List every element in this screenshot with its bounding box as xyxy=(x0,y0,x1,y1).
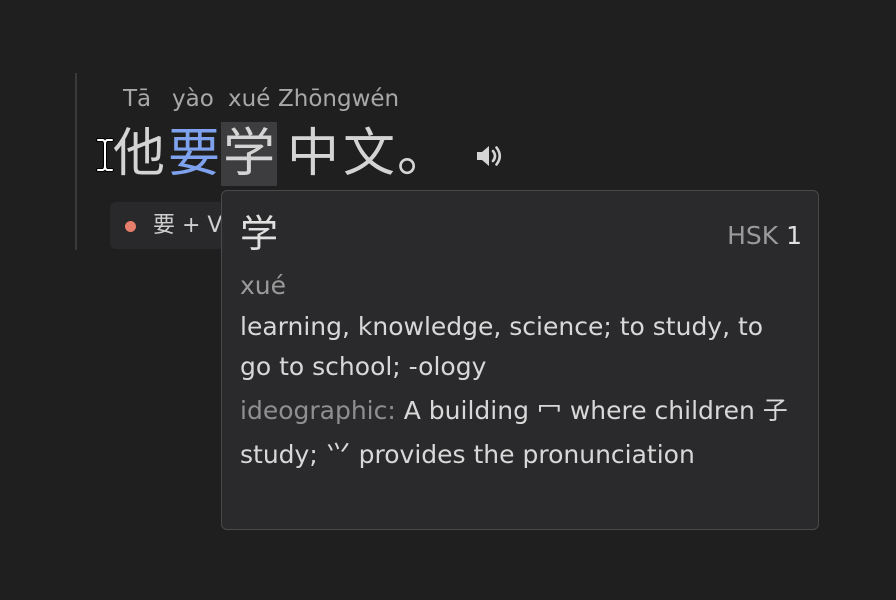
popup-pinyin: xué xyxy=(240,271,287,300)
popup-definition: learning, knowledge, science; to study, … xyxy=(240,312,764,381)
hsk-level: 1 xyxy=(786,221,802,250)
sentence-char-xue[interactable]: 学 xyxy=(221,122,277,186)
pinyin-zhongwen: Zhōngwén xyxy=(278,86,400,112)
grammar-status-dot xyxy=(125,221,136,232)
popup-etymology: ideographic: A building 冖 where children… xyxy=(240,389,800,477)
sentence-left-rule xyxy=(75,73,77,250)
text-cursor-icon xyxy=(96,138,114,172)
etymology-label: ideographic: xyxy=(240,396,396,425)
sentence-period: 。 xyxy=(397,124,450,184)
pinyin-yao: yào xyxy=(172,86,214,112)
sentence-char-wen[interactable]: 文 xyxy=(341,122,397,186)
sentence-char-yao[interactable]: 要 xyxy=(166,122,222,186)
play-audio-button[interactable] xyxy=(470,137,508,175)
grammar-pattern-label: 要 + V xyxy=(153,213,223,238)
sentence-char-ta[interactable]: 他 xyxy=(111,122,167,186)
sentence-char-zhong[interactable]: 中 xyxy=(285,122,341,186)
hsk-badge: HSK 1 xyxy=(727,219,802,253)
dictionary-popup: 学 HSK 1 xué learning, knowledge, science… xyxy=(221,190,819,530)
pinyin-xue: xué xyxy=(228,86,271,112)
speaker-icon xyxy=(477,146,502,166)
hsk-label: HSK xyxy=(727,221,779,250)
popup-character: 学 xyxy=(240,212,279,256)
pinyin-ta: Tā xyxy=(123,86,152,112)
